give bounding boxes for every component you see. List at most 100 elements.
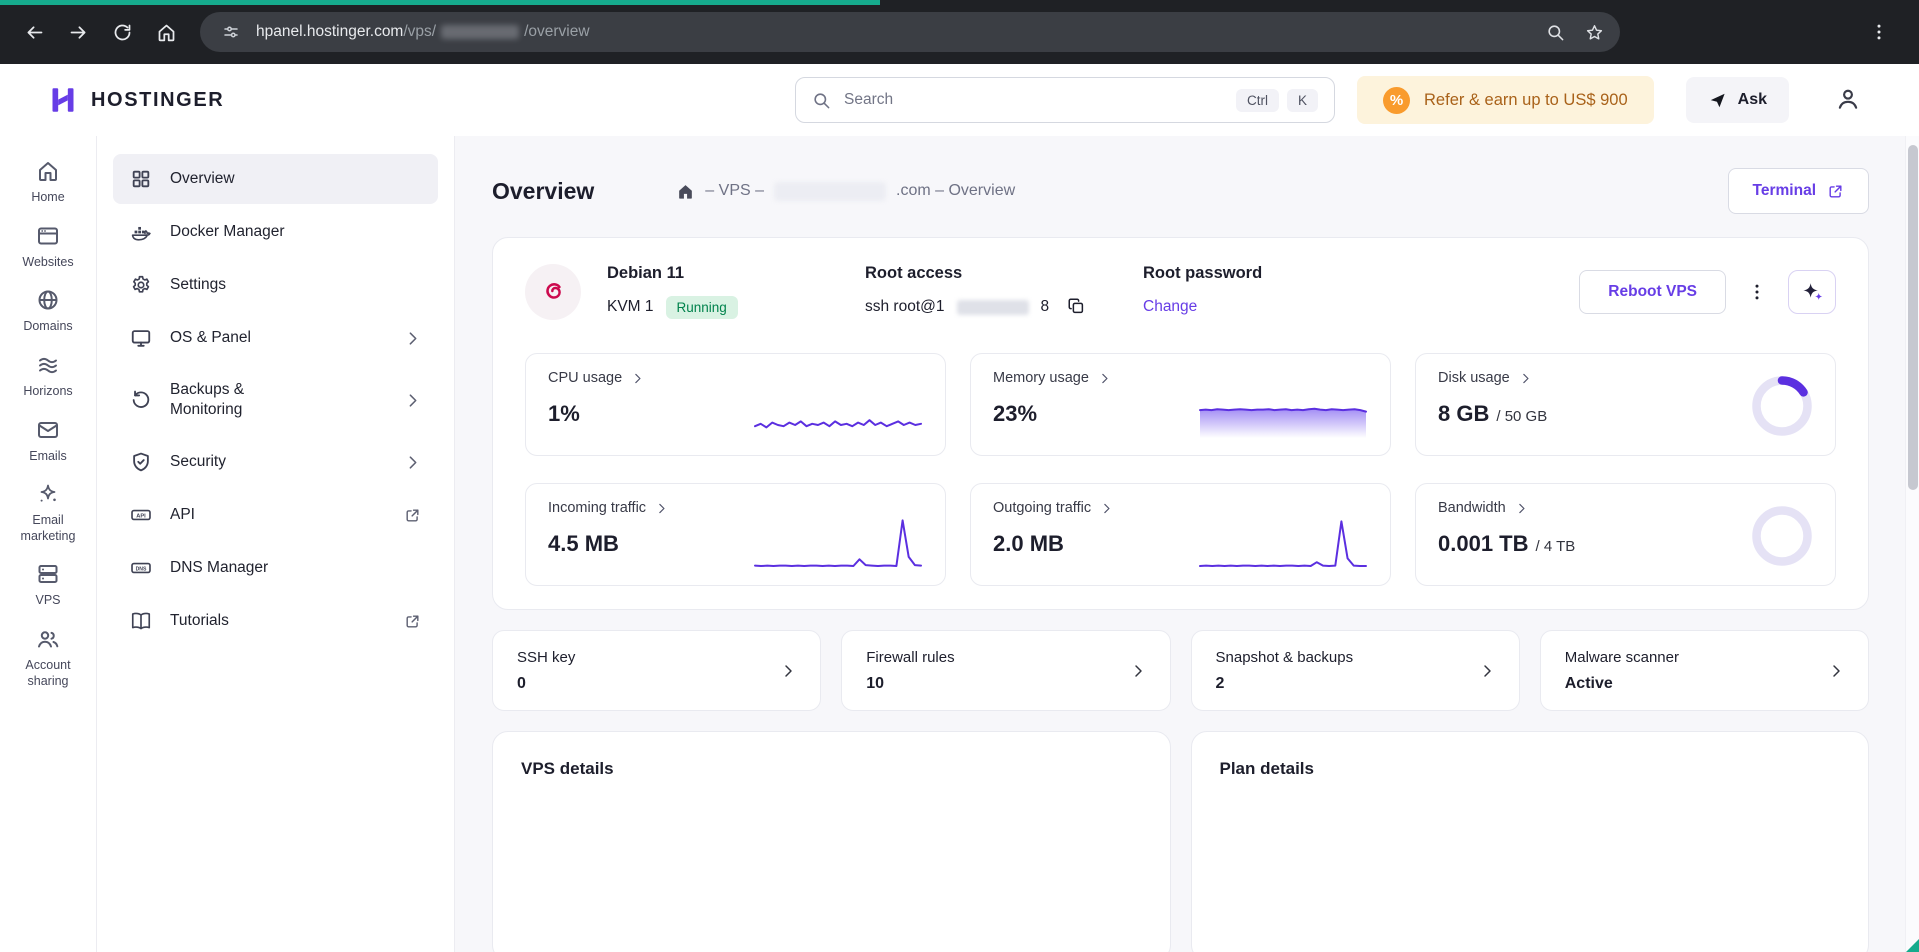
ask-label: Ask <box>1737 91 1767 108</box>
rail-item-horizons[interactable]: Horizons <box>1 344 95 409</box>
copy-ssh-button[interactable] <box>1065 296 1087 318</box>
user-icon <box>1835 86 1861 112</box>
vps-details-title: VPS details <box>521 759 614 778</box>
quicklink-firewall-rules[interactable]: Firewall rules 10 <box>841 630 1171 711</box>
browser-back-button[interactable] <box>12 10 56 54</box>
sparkle-icon <box>36 482 60 506</box>
server-icon <box>36 562 60 586</box>
rail-item-home[interactable]: Home <box>1 150 95 215</box>
cpu-usage-value: 1% <box>548 401 580 426</box>
disk-usage-donut <box>1752 376 1812 436</box>
rail-item-emails[interactable]: Emails <box>1 409 95 474</box>
redacted-hostname <box>774 181 886 201</box>
root-password-label: Root password <box>1143 264 1263 282</box>
sidebar-item-settings[interactable]: Settings <box>113 260 438 310</box>
tile-disk-usage[interactable]: Disk usage 8 GB / 50 GB <box>1415 353 1836 456</box>
rail-item-email-marketing[interactable]: Email marketing <box>1 473 95 553</box>
refer-percent-icon: % <box>1383 86 1411 114</box>
chevron-right-icon <box>404 330 421 347</box>
dashboard-grid-icon <box>130 168 152 190</box>
disk-usage-value: 8 GB <box>1438 401 1490 426</box>
chevron-right-icon <box>1098 372 1111 385</box>
sidebar-item-overview[interactable]: Overview <box>113 154 438 204</box>
terminal-label: Terminal <box>1752 182 1816 199</box>
sidebar-item-os-panel[interactable]: OS & Panel <box>113 313 438 363</box>
tile-bandwidth[interactable]: Bandwidth 0.001 TB / 4 TB <box>1415 483 1836 586</box>
malware-scanner-status: Active <box>1564 674 1613 692</box>
url-path-suffix: /overview <box>524 23 590 40</box>
websites-icon <box>36 224 60 248</box>
chevron-right-icon <box>1479 663 1495 679</box>
horizons-waves-icon <box>36 353 60 377</box>
tile-outgoing-traffic[interactable]: Outgoing traffic 2.0 MB <box>970 483 1391 586</box>
docker-icon <box>130 221 152 243</box>
forward-arrow-icon <box>68 22 89 43</box>
server-more-button[interactable] <box>1738 272 1776 312</box>
sidebar-item-tutorials[interactable]: Tutorials <box>113 596 438 646</box>
globe-icon <box>36 288 60 312</box>
quicklink-snapshot-backups[interactable]: Snapshot & backups 2 <box>1190 630 1520 711</box>
address-bar[interactable]: hpanel.hostinger.com/vps/ /overview <box>200 12 1620 52</box>
site-info-icon[interactable] <box>216 19 246 45</box>
ai-sparkle-icon <box>1800 280 1824 304</box>
bookmark-star-icon[interactable] <box>1585 23 1604 42</box>
tile-incoming-traffic[interactable]: Incoming traffic 4.5 MB <box>525 483 946 586</box>
vps-details-card: VPS details <box>492 731 1171 952</box>
copy-icon <box>1067 297 1085 315</box>
ai-assistant-button[interactable] <box>1788 270 1836 314</box>
chevron-right-icon <box>780 663 796 679</box>
rail-item-vps[interactable]: VPS <box>1 553 95 618</box>
ask-assistant-button[interactable]: Ask <box>1685 77 1789 123</box>
browser-home-button[interactable] <box>144 10 188 54</box>
search-input[interactable]: Search Ctrl K <box>795 77 1336 123</box>
terminal-button[interactable]: Terminal <box>1727 168 1869 214</box>
rail-item-account-sharing[interactable]: Account sharing <box>1 618 95 698</box>
tile-label-disk: Disk usage <box>1438 370 1547 386</box>
browser-reload-button[interactable] <box>100 10 144 54</box>
home-icon <box>36 159 60 183</box>
browser-theme-strip <box>0 0 880 5</box>
home-icon[interactable] <box>676 182 695 201</box>
scrollbar-thumb[interactable] <box>1908 145 1918 490</box>
sidebar-item-security[interactable]: Security <box>113 437 438 487</box>
chevron-right-icon <box>1828 663 1844 679</box>
book-icon <box>130 610 152 632</box>
chevron-right-icon <box>404 392 421 409</box>
sidebar-item-dns-manager[interactable]: DNS Manager <box>113 543 438 593</box>
tile-cpu-usage[interactable]: CPU usage 1% <box>525 353 946 456</box>
chevron-right-icon <box>631 372 644 385</box>
rail-item-websites[interactable]: Websites <box>1 215 95 280</box>
server-os: Debian 11 <box>607 264 685 282</box>
rail-item-domains[interactable]: Domains <box>1 279 95 344</box>
plan-details-title: Plan details <box>1219 759 1314 778</box>
kodee-assistant-icon <box>1708 91 1727 110</box>
icon-rail: Home Websites Domains Horizons Emails Em… <box>0 136 97 952</box>
redacted-url-segment <box>441 25 520 39</box>
tile-memory-usage[interactable]: Memory usage 23% <box>970 353 1391 456</box>
plan-details-card: Plan details <box>1190 731 1869 952</box>
chevron-right-icon <box>1515 502 1528 515</box>
quick-links-row: SSH key 0 Firewall rules 10 Snapshot & bac… <box>492 630 1869 711</box>
account-avatar-button[interactable] <box>1833 85 1863 115</box>
cpu-usage-chart <box>754 419 922 429</box>
server-controls: Reboot VPS <box>1579 270 1836 314</box>
refer-earn-button[interactable]: % Refer & earn up to US$ 900 <box>1357 76 1654 124</box>
reboot-vps-button[interactable]: Reboot VPS <box>1579 270 1726 314</box>
zoom-icon[interactable] <box>1546 23 1565 42</box>
quicklink-ssh-key[interactable]: SSH key 0 <box>492 630 822 711</box>
sidebar-item-docker-manager[interactable]: Docker Manager <box>113 207 438 257</box>
sidebar-item-backups-monitoring[interactable]: Backups & Monitoring <box>113 366 438 434</box>
kebab-menu-icon <box>1869 22 1889 42</box>
k-key-badge: K <box>1287 88 1319 112</box>
main-content: Overview – VPS – .com – Overview Termina… <box>455 136 1919 952</box>
root-access-column: Root access ssh root@1 8 <box>865 264 1143 320</box>
quicklink-malware-scanner[interactable]: Malware scanner Active <box>1539 630 1869 711</box>
page-scrollbar[interactable] <box>1905 136 1919 952</box>
root-password-column: Root password Change <box>1143 264 1579 320</box>
hostinger-logo[interactable]: HOSTINGER <box>48 85 224 115</box>
change-password-link[interactable]: Change <box>1143 298 1197 316</box>
browser-menu-button[interactable] <box>1859 12 1899 52</box>
sidebar-item-api[interactable]: API <box>113 490 438 540</box>
browser-forward-button[interactable] <box>56 10 100 54</box>
status-badge: Running <box>665 295 738 319</box>
